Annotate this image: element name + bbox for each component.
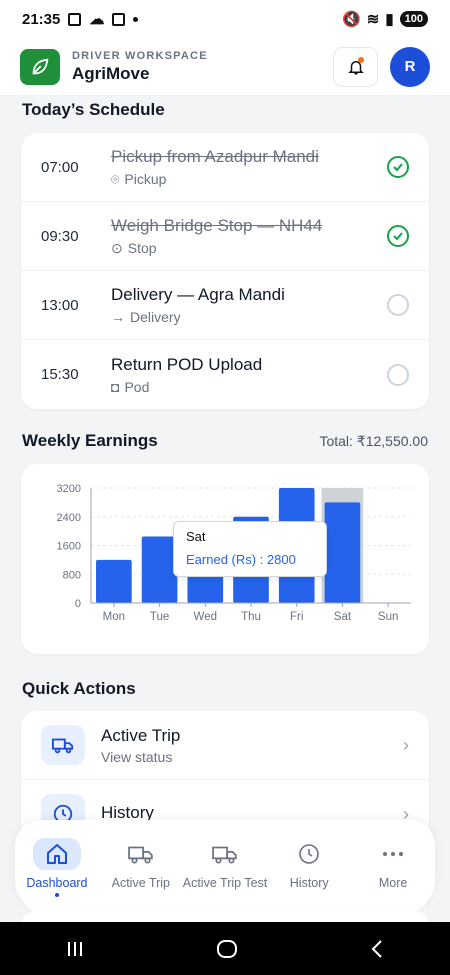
earnings-title: Weekly Earnings (22, 431, 158, 450)
schedule-title: Today’s Schedule (22, 100, 165, 119)
x-tick-label: Tue (150, 611, 169, 623)
quick-action-active-trip[interactable]: Active Trip View status › (21, 711, 429, 780)
schedule-item[interactable]: 15:30 Return POD Upload ◘ Pod (21, 340, 429, 409)
nav-label: Active Trip (111, 876, 170, 890)
schedule-item-type: Pod (124, 378, 150, 395)
schedule-item-title: Delivery — Agra Mandi (111, 285, 285, 304)
earnings-total: Total: ₹12,550.00 (319, 433, 428, 449)
dot-icon (133, 16, 139, 22)
nav-active-trip[interactable]: Active Trip (99, 838, 183, 890)
bar-sat (324, 502, 361, 603)
battery-icon: 100 (399, 11, 428, 27)
y-tick-label: 0 (75, 598, 81, 610)
earnings-chart-card: 0 800 1600 2400 3200 Mon Tue Wed Thu Fri Sat Sun Sa… (21, 464, 429, 654)
pending-circle-icon[interactable] (387, 363, 409, 386)
schedule-item-type: Stop (127, 240, 157, 256)
location-pin-icon: ⌾ (111, 170, 120, 187)
schedule-time: 15:30 (41, 366, 79, 383)
schedule-card: 07:00 Pickup from Azadpur Mandi ⌾ Pickup … (21, 133, 429, 409)
app-header: DRIVER WORKSPACE AgriMove R (0, 38, 450, 96)
leaf-icon (20, 48, 60, 85)
schedule-item-title: Weigh Bridge Stop — NH44 (111, 215, 323, 235)
home-icon (32, 838, 81, 870)
bottom-navigation: Dashboard Active Trip Active Trip Test H… (15, 820, 435, 908)
notifications-button[interactable] (333, 46, 378, 87)
check-circle-icon: ⊙ (111, 239, 123, 256)
y-tick-label: 1600 (57, 541, 81, 553)
schedule-item[interactable]: 07:00 Pickup from Azadpur Mandi ⌾ Pickup (21, 133, 429, 202)
nav-dashboard[interactable]: Dashboard (15, 838, 99, 897)
mute-icon: 🔇 (342, 11, 361, 28)
schedule-time: 07:00 (41, 158, 79, 176)
schedule-item[interactable]: 09:30 Weigh Bridge Stop — NH44 ⊙ Stop (21, 202, 429, 271)
nav-label: Active Trip Test (182, 876, 268, 890)
schedule-time: 13:00 (41, 296, 79, 314)
clock: 21:35 (22, 10, 61, 28)
schedule-time: 09:30 (41, 227, 79, 245)
quick-action-title: Active Trip (101, 725, 181, 745)
workspace-label: DRIVER WORKSPACE (72, 49, 208, 62)
truck-icon (41, 725, 85, 765)
recents-icon[interactable] (65, 940, 85, 958)
completed-check-icon[interactable] (387, 225, 409, 247)
clock-icon (285, 838, 333, 870)
tooltip-value: Earned (Rs) : 2800 (186, 552, 296, 567)
checkbox-icon (112, 12, 126, 26)
more-icon (369, 838, 417, 870)
chevron-right-icon: › (403, 734, 409, 755)
x-tick-label: Sun (378, 611, 398, 623)
app-title: AgriMove (72, 63, 150, 83)
pending-circle-icon[interactable] (387, 294, 409, 316)
x-tick-label: Fri (290, 611, 303, 623)
y-tick-label: 800 (63, 569, 81, 581)
camera-icon: ◘ (111, 378, 120, 395)
nav-more[interactable]: More (351, 838, 435, 890)
home-button-icon[interactable] (216, 938, 238, 960)
active-indicator (54, 893, 59, 897)
nav-label: More (378, 876, 408, 890)
quick-action-subtitle: View status (101, 748, 173, 765)
y-tick-label: 3200 (57, 483, 81, 495)
truck-icon (201, 838, 249, 870)
x-tick-label: Sat (334, 611, 352, 623)
tooltip-title: Sat (186, 529, 206, 544)
avatar[interactable]: R (390, 46, 430, 87)
x-tick-label: Thu (241, 611, 261, 623)
back-icon[interactable] (369, 939, 385, 959)
cloud-icon: ☁ (89, 11, 105, 28)
x-tick-label: Wed (194, 611, 217, 623)
truck-icon (117, 838, 165, 870)
x-tick-label: Mon (103, 611, 125, 623)
schedule-item[interactable]: 13:00 Delivery — Agra Mandi → Delivery (21, 271, 429, 340)
bar-mon (96, 559, 132, 603)
status-bar: 21:35 ☁ 🔇 ≋ ▮ 100 (0, 0, 450, 38)
screenshot-icon (68, 12, 82, 26)
signal-icon: ▮ (385, 11, 394, 28)
schedule-item-type: Delivery (130, 309, 181, 325)
schedule-item-type: Pickup (124, 171, 167, 187)
completed-check-icon[interactable] (387, 156, 409, 178)
wifi-icon: ≋ (366, 11, 380, 28)
quick-actions-title: Quick Actions (22, 679, 136, 698)
chart-tooltip: Sat Earned (Rs) : 2800 (173, 521, 327, 577)
nav-history[interactable]: History (267, 838, 351, 890)
y-tick-label: 2400 (57, 512, 81, 524)
arrow-right-icon: → (111, 309, 125, 325)
system-navigation-bar (0, 922, 450, 975)
nav-label: Dashboard (26, 876, 88, 890)
nav-label: History (289, 876, 329, 890)
schedule-item-title: Return POD Upload (111, 354, 263, 374)
nav-active-trip-test[interactable]: Active Trip Test (182, 838, 268, 890)
schedule-item-title: Pickup from Azadpur Mandi (111, 146, 319, 166)
notification-dot (358, 56, 364, 63)
